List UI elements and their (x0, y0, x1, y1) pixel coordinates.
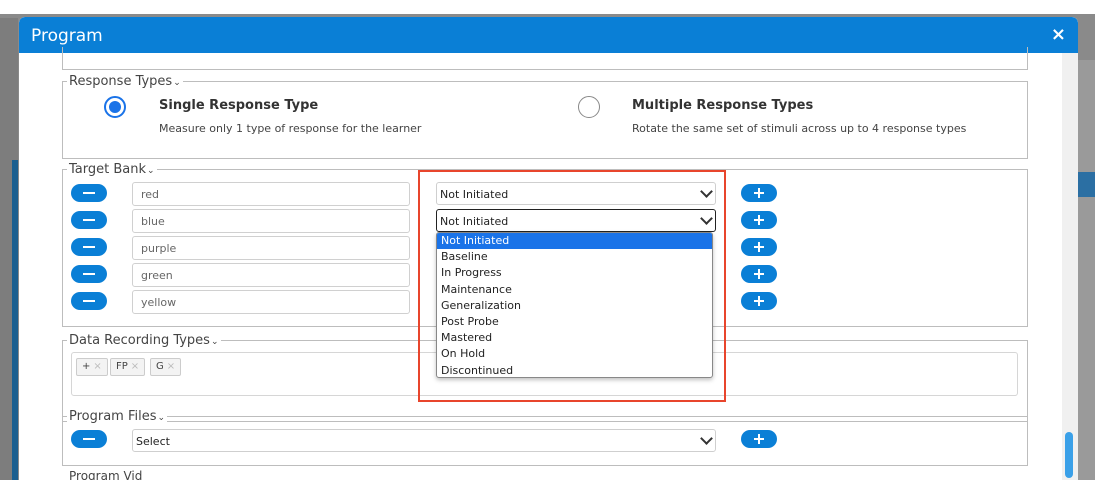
highlight-box (418, 170, 726, 402)
scrollbar-track[interactable] (1062, 53, 1078, 480)
program-videos-legend: Program Vid (69, 469, 143, 480)
single-response-desc: Measure only 1 type of response for the … (159, 122, 422, 135)
close-icon[interactable]: × (1051, 24, 1066, 45)
program-files-legend[interactable]: Program Files⌄ (67, 409, 168, 424)
add-target-button[interactable] (741, 238, 777, 256)
target-input-red[interactable]: red (132, 182, 410, 206)
response-types-legend[interactable]: Response Types⌄ (67, 74, 183, 89)
add-file-button[interactable] (741, 430, 777, 448)
remove-target-blue-button[interactable] (71, 211, 107, 229)
target-input-purple[interactable]: purple (132, 236, 410, 260)
remove-target-yellow-button[interactable] (71, 292, 107, 310)
scrollbar-thumb[interactable] (1065, 432, 1073, 478)
chevron-down-icon: ⌄ (147, 166, 155, 176)
target-input-yellow[interactable]: yellow (132, 290, 410, 314)
add-target-button[interactable] (741, 184, 777, 202)
remove-file-button[interactable] (71, 430, 107, 448)
data-recording-legend[interactable]: Data Recording Types⌄ (67, 333, 221, 348)
multiple-response-title: Multiple Response Types (632, 98, 814, 113)
chevron-down-icon: ⌄ (210, 337, 219, 347)
remove-target-purple-button[interactable] (71, 238, 107, 256)
add-target-button[interactable] (741, 265, 777, 283)
add-target-button[interactable] (741, 292, 777, 310)
chevron-down-icon (700, 432, 713, 445)
target-input-blue[interactable]: blue (132, 209, 410, 233)
chevron-down-icon: ⌄ (173, 78, 181, 88)
response-types-section: Response Types⌄ Single Response Type Mea… (62, 74, 1028, 159)
add-target-button[interactable] (741, 211, 777, 229)
close-icon: × (93, 361, 102, 372)
target-bank-legend[interactable]: Target Bank⌄ (67, 162, 157, 177)
tag-fp[interactable]: FP × (110, 358, 146, 376)
single-response-title: Single Response Type (159, 98, 319, 113)
remove-target-green-button[interactable] (71, 265, 107, 283)
close-icon: × (166, 361, 176, 372)
multiple-response-desc: Rotate the same set of stimuli across up… (632, 122, 967, 135)
previous-section (62, 47, 1028, 70)
target-input-green[interactable]: green (132, 263, 410, 287)
single-response-radio[interactable] (104, 96, 126, 118)
multiple-response-radio[interactable] (578, 96, 600, 118)
remove-target-red-button[interactable] (71, 184, 107, 202)
program-files-select[interactable]: Select (132, 429, 716, 452)
chevron-down-icon: ⌄ (157, 413, 166, 423)
modal-title: Program (31, 26, 103, 46)
tag-g[interactable]: G × (150, 358, 182, 376)
close-icon: × (130, 361, 140, 372)
tag-plus[interactable]: + × (76, 358, 108, 376)
